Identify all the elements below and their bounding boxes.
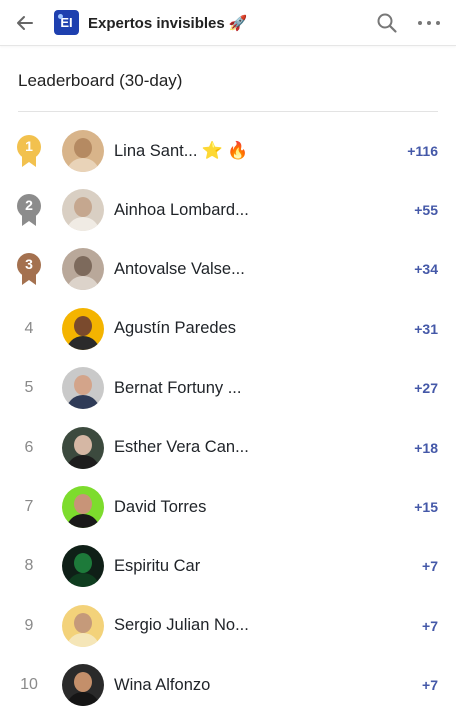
- medal-icon: 2: [0, 193, 58, 227]
- badge-emoji: ⭐ 🔥: [201, 140, 249, 160]
- rank-cell: 8: [0, 557, 58, 575]
- rank-cell: 5: [0, 379, 58, 397]
- app-header: EI Expertos invisibles 🚀: [0, 0, 456, 46]
- member-name[interactable]: Wina Alfonzo: [114, 676, 368, 695]
- more-horizontal-icon[interactable]: [418, 12, 440, 34]
- points-score: +27: [414, 380, 438, 397]
- leaderboard-row[interactable]: 6 Esther Vera Can... +18: [0, 418, 456, 477]
- leaderboard-row[interactable]: 5 Bernat Fortuny ... +27: [0, 359, 456, 418]
- group-title: Expertos invisibles 🚀: [88, 14, 248, 32]
- avatar[interactable]: [62, 545, 104, 588]
- member-name-text: Esther Vera Can...: [114, 438, 249, 457]
- member-name[interactable]: Esther Vera Can...: [114, 438, 368, 457]
- member-name-text: Antovalse Valse...: [114, 259, 245, 278]
- avatar[interactable]: [62, 486, 104, 529]
- rank-cell: 4: [0, 320, 58, 338]
- member-name[interactable]: Agustín Paredes: [114, 319, 368, 338]
- points-score: +116: [407, 142, 438, 159]
- member-name[interactable]: Sergio Julian No...: [114, 616, 368, 635]
- rank-cell: 6: [0, 439, 58, 457]
- member-name[interactable]: Lina Sant... ⭐ 🔥: [114, 141, 368, 161]
- avatar[interactable]: [62, 604, 104, 647]
- page-title: Leaderboard (30-day): [18, 71, 183, 90]
- rank-cell: 9: [0, 617, 58, 635]
- search-icon[interactable]: [376, 12, 398, 34]
- avatar[interactable]: [62, 367, 104, 410]
- rank-number: 8: [24, 557, 34, 575]
- rank-cell: 7: [0, 498, 58, 516]
- avatar[interactable]: [62, 307, 104, 350]
- points-score: +7: [422, 617, 438, 634]
- medal-icon: 3: [0, 252, 58, 286]
- avatar[interactable]: [62, 189, 104, 232]
- leaderboard-list: 1 Lina Sant... ⭐ 🔥 +116 2 Ainhoa Lombard... +5…: [0, 121, 456, 715]
- points-score: +7: [422, 558, 438, 575]
- medal-badge: 2: [16, 193, 42, 227]
- points-score: +55: [414, 202, 438, 219]
- rank-number: 9: [24, 616, 34, 634]
- rank-number: 6: [24, 438, 34, 456]
- rank-number: 4: [24, 319, 34, 337]
- leaderboard-row[interactable]: 4 Agustín Paredes +31: [0, 299, 456, 358]
- medal-badge: 1: [16, 134, 42, 168]
- member-name-text: Ainhoa Lombard...: [114, 200, 249, 219]
- member-name-text: David Torres: [114, 497, 207, 516]
- divider: [18, 111, 438, 112]
- member-name-text: Bernat Fortuny ...: [114, 378, 242, 397]
- leaderboard-row[interactable]: 3 Antovalse Valse... +34: [0, 240, 456, 299]
- leaderboard-row[interactable]: 8 Espiritu Car +7: [0, 537, 456, 596]
- leaderboard-row[interactable]: 9 Sergio Julian No... +7: [0, 596, 456, 655]
- member-name[interactable]: Ainhoa Lombard...: [114, 201, 368, 220]
- group-logo: EI: [54, 10, 79, 35]
- rank-number: 3: [25, 256, 33, 273]
- arrow-left-icon[interactable]: [14, 12, 36, 34]
- rank-number: 2: [25, 197, 33, 214]
- member-name-text: Lina Sant...: [114, 141, 198, 160]
- avatar[interactable]: [62, 426, 104, 469]
- points-score: +34: [414, 261, 438, 278]
- member-name[interactable]: Bernat Fortuny ...: [114, 379, 368, 398]
- rank-cell: 10: [0, 676, 58, 694]
- leaderboard-row[interactable]: 10 Wina Alfonzo +7: [0, 656, 456, 715]
- member-name[interactable]: Antovalse Valse...: [114, 260, 368, 279]
- leaderboard-row[interactable]: 1 Lina Sant... ⭐ 🔥 +116: [0, 121, 456, 180]
- avatar[interactable]: [62, 129, 104, 172]
- rank-number: 7: [24, 498, 34, 516]
- avatar[interactable]: [62, 248, 104, 291]
- member-name-text: Sergio Julian No...: [114, 616, 249, 635]
- points-score: +18: [414, 439, 438, 456]
- leaderboard-row[interactable]: 7 David Torres +15: [0, 477, 456, 536]
- member-name-text: Agustín Paredes: [114, 319, 236, 338]
- medal-icon: 1: [0, 134, 58, 168]
- avatar[interactable]: [62, 664, 104, 707]
- rank-number: 10: [20, 676, 38, 694]
- medal-badge: 3: [16, 252, 42, 286]
- member-name-text: Wina Alfonzo: [114, 675, 211, 694]
- points-score: +15: [414, 499, 438, 516]
- rank-number: 5: [24, 379, 34, 397]
- member-name[interactable]: Espiritu Car: [114, 557, 368, 576]
- member-name[interactable]: David Torres: [114, 498, 368, 517]
- member-name-text: Espiritu Car: [114, 556, 201, 575]
- points-score: +7: [422, 677, 438, 694]
- points-score: +31: [414, 320, 438, 337]
- rank-number: 1: [25, 137, 33, 154]
- leaderboard-row[interactable]: 2 Ainhoa Lombard... +55: [0, 180, 456, 239]
